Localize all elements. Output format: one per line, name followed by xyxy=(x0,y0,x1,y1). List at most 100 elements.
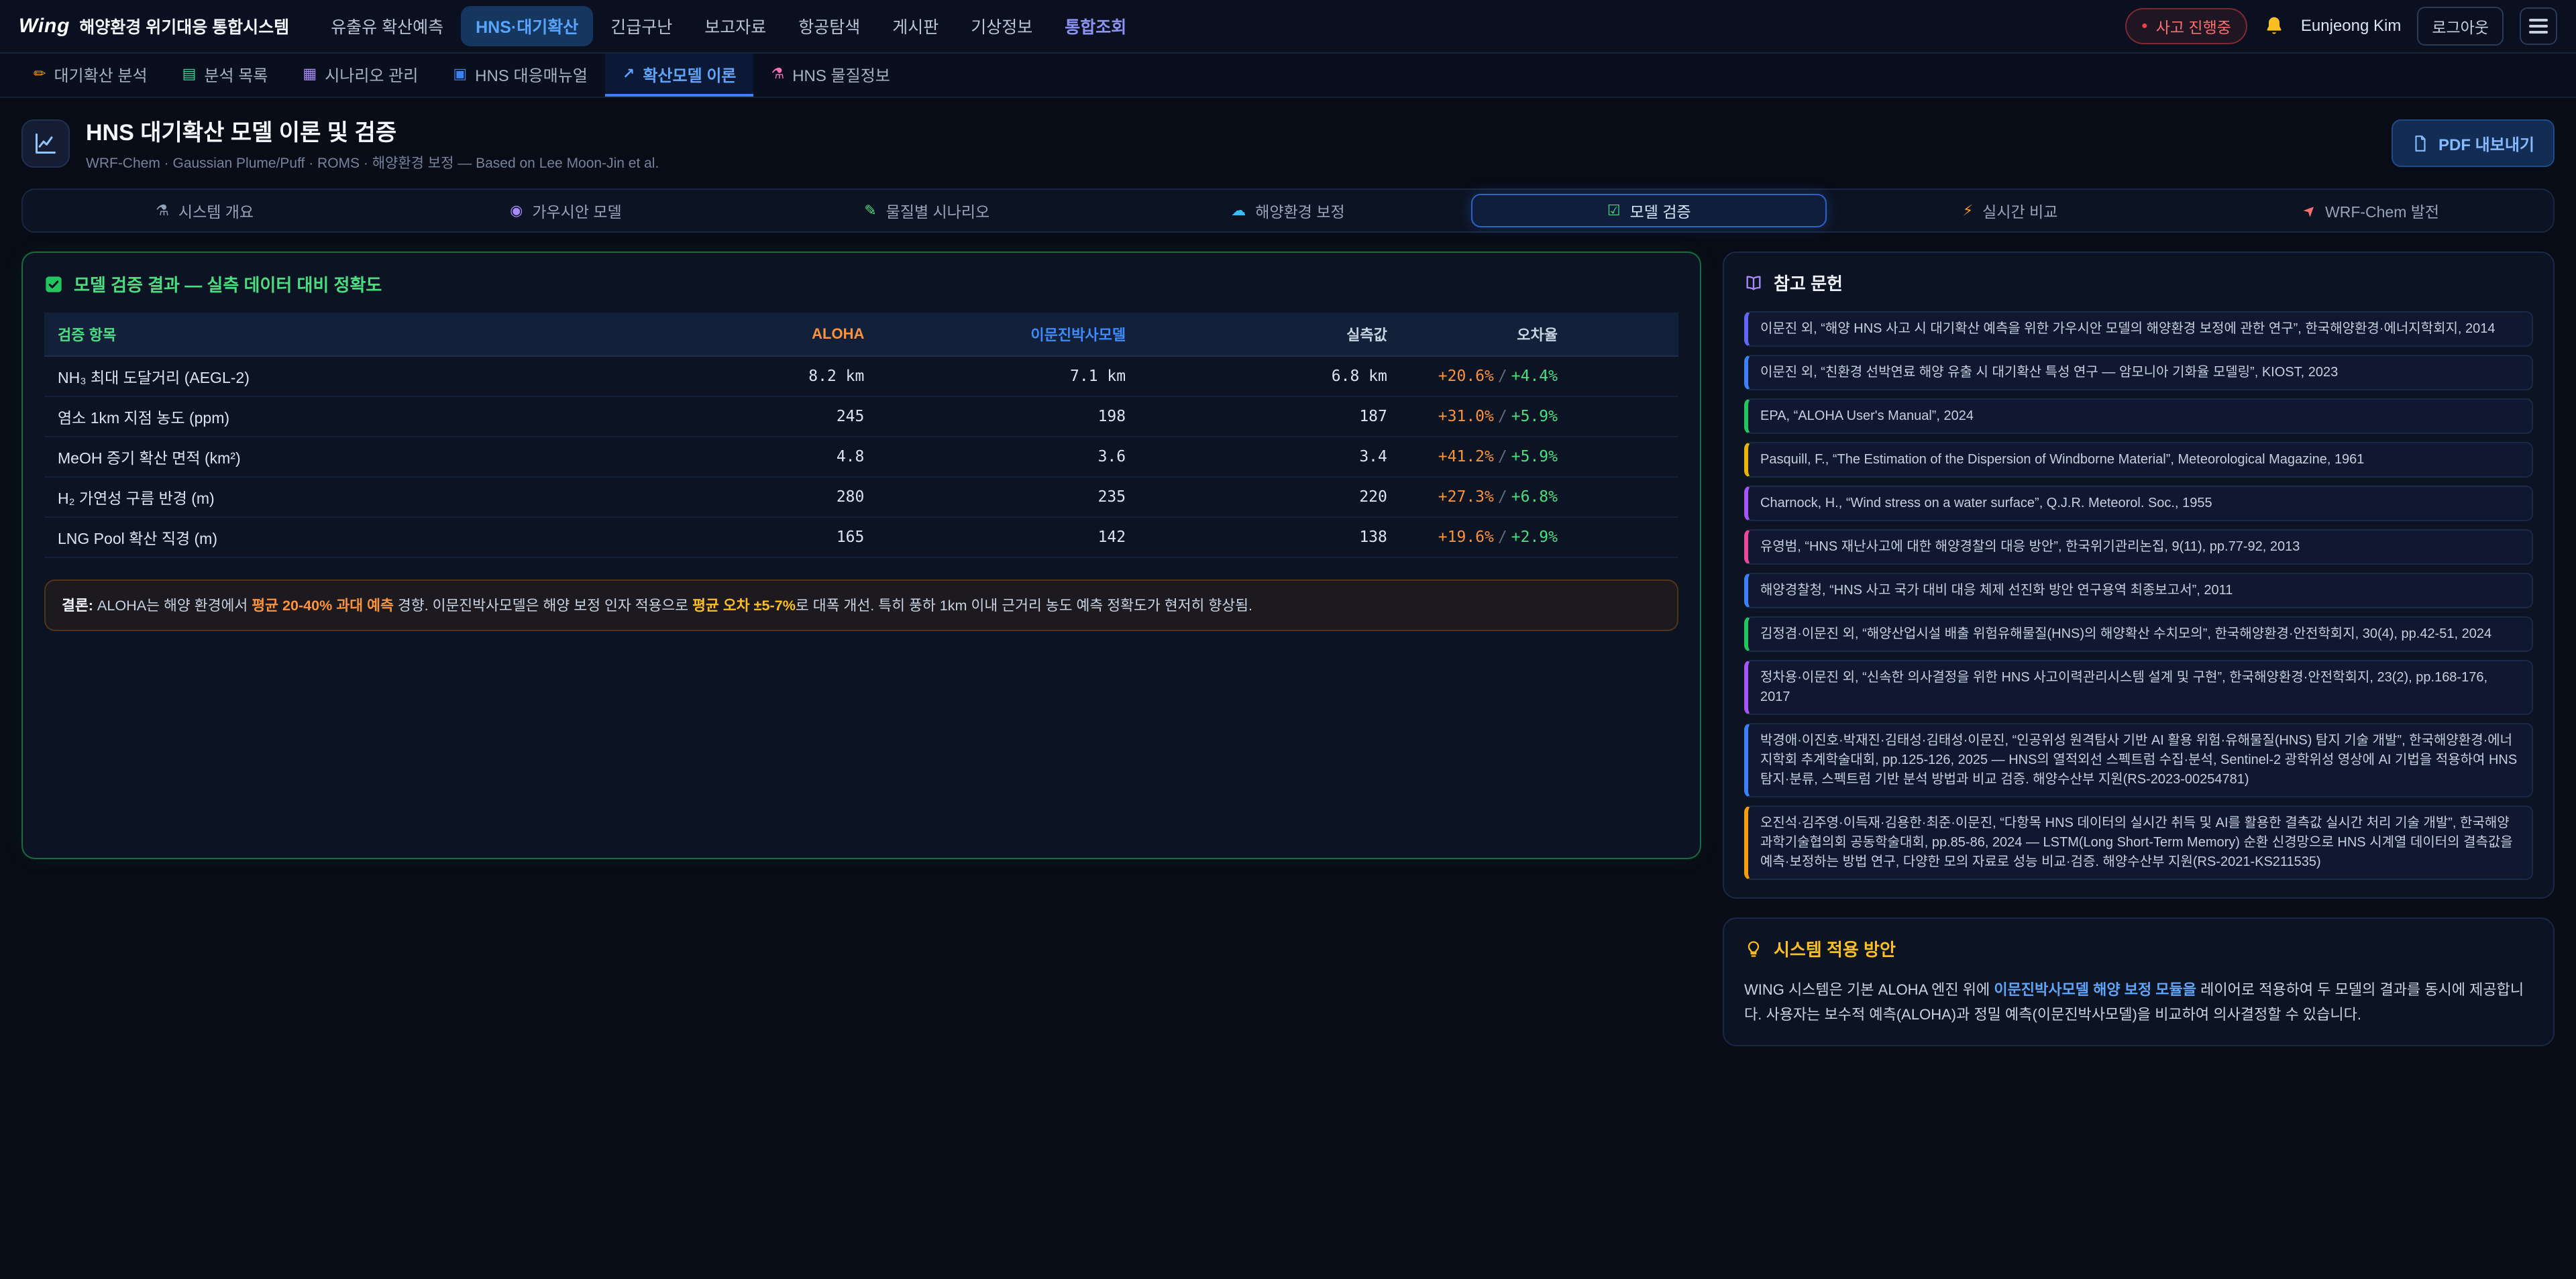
error-model: +5.9% xyxy=(1511,408,1558,425)
table-row: H₂ 가연성 구름 반경 (m) 280 235 220 +27.3%/+6.8… xyxy=(44,477,1678,517)
nav-hns-atmospheric[interactable]: HNS·대기확산 xyxy=(461,6,593,46)
incident-status-badge: ● 사고 진행중 xyxy=(2125,8,2247,44)
topbar-right: ● 사고 진행중 Eunjeong Kim 로그아웃 xyxy=(2125,7,2557,46)
nav-report-materials[interactable]: 보고자료 xyxy=(690,6,781,46)
cell-aloha: 280 xyxy=(649,477,877,517)
reference-item: Pasquill, F., “The Estimation of the Dis… xyxy=(1744,442,2533,478)
table-row: 염소 1km 지점 농도 (ppm) 245 198 187 +31.0%/+5… xyxy=(44,396,1678,437)
sub-nav: ✏ 대기확산 분석 ▤ 분석 목록 ▦ 시나리오 관리 ▣ HNS 대응매뉴얼 … xyxy=(0,54,2576,98)
cell-error: +19.6%/+2.9% xyxy=(1401,517,1678,557)
check-square-icon xyxy=(44,275,63,294)
tab-realtime-comparison[interactable]: ⚡ 실시간 비교 xyxy=(1832,194,2188,227)
cell-aloha: 4.8 xyxy=(649,437,877,477)
error-aloha: +20.6% xyxy=(1438,368,1494,385)
bell-icon[interactable] xyxy=(2263,15,2285,37)
error-aloha: +27.3% xyxy=(1438,488,1494,506)
cell-measured: 6.8 km xyxy=(1139,356,1401,396)
slash-separator: / xyxy=(1494,408,1511,425)
document-icon xyxy=(2412,135,2429,152)
lightning-icon: ⚡ xyxy=(1963,203,1973,218)
note-highlight-overprediction: 평균 20-40% 과대 예측 xyxy=(252,597,394,614)
tab-system-overview[interactable]: ⚗ 시스템 개요 xyxy=(27,194,382,227)
cell-error: +27.3%/+6.8% xyxy=(1401,477,1678,517)
pencil-icon: ✏ xyxy=(34,66,46,81)
note-text: 로 대폭 개선. 특히 풍하 1km 이내 근거리 농도 예측 정확도가 현저히… xyxy=(796,597,1252,614)
col-header-aloha: ALOHA xyxy=(649,313,877,356)
cell-measured: 138 xyxy=(1139,517,1401,557)
nav-oil-spill-prediction[interactable]: 유출유 확산예측 xyxy=(316,6,458,46)
reference-item: 김정겸·이문진 외, “해양산업시설 배출 위험유해물질(HNS)의 해양확산 … xyxy=(1744,616,2533,652)
references-title-text: 참고 문헌 xyxy=(1774,270,1843,295)
section-tabs: ⚗ 시스템 개요 ◉ 가우시안 모델 ✎ 물질별 시나리오 ☁ 해양환경 보정 … xyxy=(21,188,2555,233)
check-icon: ☑ xyxy=(1607,203,1621,218)
tab-hns-response-manual[interactable]: ▣ HNS 대응매뉴얼 xyxy=(435,54,605,97)
model-validation-card: 모델 검증 결과 — 실측 데이터 대비 정확도 검증 항목 ALOHA 이문진… xyxy=(21,252,1701,859)
conclusion-note: 결론: ALOHA는 해양 환경에서 평균 20-40% 과대 예측 경향. 이… xyxy=(44,579,1678,631)
tab-scenario-management[interactable]: ▦ 시나리오 관리 xyxy=(285,54,435,97)
tab-label: 실시간 비교 xyxy=(1982,199,2057,222)
logout-button[interactable]: 로그아웃 xyxy=(2417,7,2504,46)
table-row: LNG Pool 확산 직경 (m) 165 142 138 +19.6%/+2… xyxy=(44,517,1678,557)
reference-item: EPA, “ALOHA User's Manual”, 2024 xyxy=(1744,398,2533,434)
tab-label: 분석 목록 xyxy=(204,62,268,86)
tab-label: 모델 검증 xyxy=(1630,199,1691,222)
tab-diffusion-model-theory[interactable]: ↗ 확산모델 이론 xyxy=(605,54,754,97)
tab-label: HNS 물질정보 xyxy=(792,62,890,86)
status-dot-icon: ● xyxy=(2141,21,2148,32)
app-logo[interactable]: Wing 해양환경 위기대응 통합시스템 xyxy=(19,14,289,38)
tab-atmos-analysis[interactable]: ✏ 대기확산 분석 xyxy=(16,54,165,97)
cell-error: +41.2%/+5.9% xyxy=(1401,437,1678,477)
list-icon: ▤ xyxy=(182,66,197,81)
flask-icon: ⚗ xyxy=(156,203,169,218)
nav-integrated-search[interactable]: 통합조회 xyxy=(1050,6,1141,46)
tab-label: WRF-Chem 발전 xyxy=(2325,199,2439,222)
main-nav: 유출유 확산예측 HNS·대기확산 긴급구난 보고자료 항공탐색 게시판 기상정… xyxy=(316,6,1141,46)
nav-board[interactable]: 게시판 xyxy=(877,6,953,46)
topbar: Wing 해양환경 위기대응 통합시스템 유출유 확산예측 HNS·대기확산 긴… xyxy=(0,0,2576,54)
page-subtitle: WRF-Chem · Gaussian Plume/Puff · ROMS · … xyxy=(86,152,659,172)
pdf-export-button[interactable]: PDF 내보내기 xyxy=(2392,119,2555,167)
reference-item: 오진석·김주영·이득재·김용한·최준·이문진, “다항목 HNS 데이터의 실시… xyxy=(1744,805,2533,880)
folder-icon: ▦ xyxy=(303,66,317,81)
cell-measured: 3.4 xyxy=(1139,437,1401,477)
tab-hns-substance-info[interactable]: ⚗ HNS 물질정보 xyxy=(753,54,907,97)
application-highlight: 이문진박사모델 해양 보정 모듈을 xyxy=(1994,981,2196,998)
col-header-model: 이문진박사모델 xyxy=(877,313,1139,356)
note-label: 결론: xyxy=(62,597,93,614)
tab-substance-scenarios[interactable]: ✎ 물질별 시나리오 xyxy=(749,194,1105,227)
tab-analysis-list[interactable]: ▤ 분석 목록 xyxy=(165,54,286,97)
application-title: 시스템 적용 방안 xyxy=(1744,936,2533,961)
tab-marine-env-correction[interactable]: ☁ 해양환경 보정 xyxy=(1110,194,1466,227)
reference-item: 해양경찰청, “HNS 사고 국가 대비 대응 체제 선진화 방안 연구용역 최… xyxy=(1744,573,2533,608)
table-header-row: 검증 항목 ALOHA 이문진박사모델 실측값 오차율 xyxy=(44,313,1678,356)
slash-separator: / xyxy=(1494,368,1511,385)
col-header-error: 오차율 xyxy=(1401,313,1678,356)
main-content: 모델 검증 결과 — 실측 데이터 대비 정확도 검증 항목 ALOHA 이문진… xyxy=(0,252,2576,1046)
reference-item: Charnock, H., “Wind stress on a water su… xyxy=(1744,486,2533,521)
cloud-icon: ☁ xyxy=(1231,203,1246,218)
hamburger-menu-button[interactable] xyxy=(2520,7,2557,45)
incident-badge-label: 사고 진행중 xyxy=(2156,15,2231,38)
references-title: 참고 문헌 xyxy=(1744,270,2533,295)
application-text-seg: WING 시스템은 기본 ALOHA 엔진 위에 xyxy=(1744,981,1994,998)
reference-item: 이문진 외, “친환경 선박연료 해양 유출 시 대기확산 특성 연구 — 암모… xyxy=(1744,355,2533,390)
tab-model-validation[interactable]: ☑ 모델 검증 xyxy=(1471,194,1827,227)
tab-wrf-chem[interactable]: ➤ WRF-Chem 발전 xyxy=(2194,194,2549,227)
cell-model: 198 xyxy=(877,396,1139,437)
validation-card-title: 모델 검증 결과 — 실측 데이터 대비 정확도 xyxy=(44,272,1678,296)
validation-table: 검증 항목 ALOHA 이문진박사모델 실측값 오차율 NH₃ 최대 도달거리 … xyxy=(44,313,1678,558)
cell-item: NH₃ 최대 도달거리 (AEGL-2) xyxy=(44,356,649,396)
nav-weather-info[interactable]: 기상정보 xyxy=(956,6,1047,46)
right-column: 참고 문헌 이문진 외, “해양 HNS 사고 시 대기확산 예측을 위한 가우… xyxy=(1723,252,2555,1046)
slash-separator: / xyxy=(1494,448,1511,465)
logo-icon: Wing xyxy=(19,15,70,38)
user-name: Eunjeong Kim xyxy=(2301,17,2401,36)
rocket-icon: ➤ xyxy=(2300,201,2319,221)
nav-aerial-search[interactable]: 항공탐색 xyxy=(784,6,875,46)
nav-emergency-rescue[interactable]: 긴급구난 xyxy=(596,6,687,46)
error-aloha: +41.2% xyxy=(1438,448,1494,465)
tab-gaussian-model[interactable]: ◉ 가우시안 모델 xyxy=(388,194,743,227)
table-row: NH₃ 최대 도달거리 (AEGL-2) 8.2 km 7.1 km 6.8 k… xyxy=(44,356,1678,396)
note-highlight-error-range: 평균 오차 ±5-7% xyxy=(692,597,796,614)
col-header-item: 검증 항목 xyxy=(44,313,649,356)
